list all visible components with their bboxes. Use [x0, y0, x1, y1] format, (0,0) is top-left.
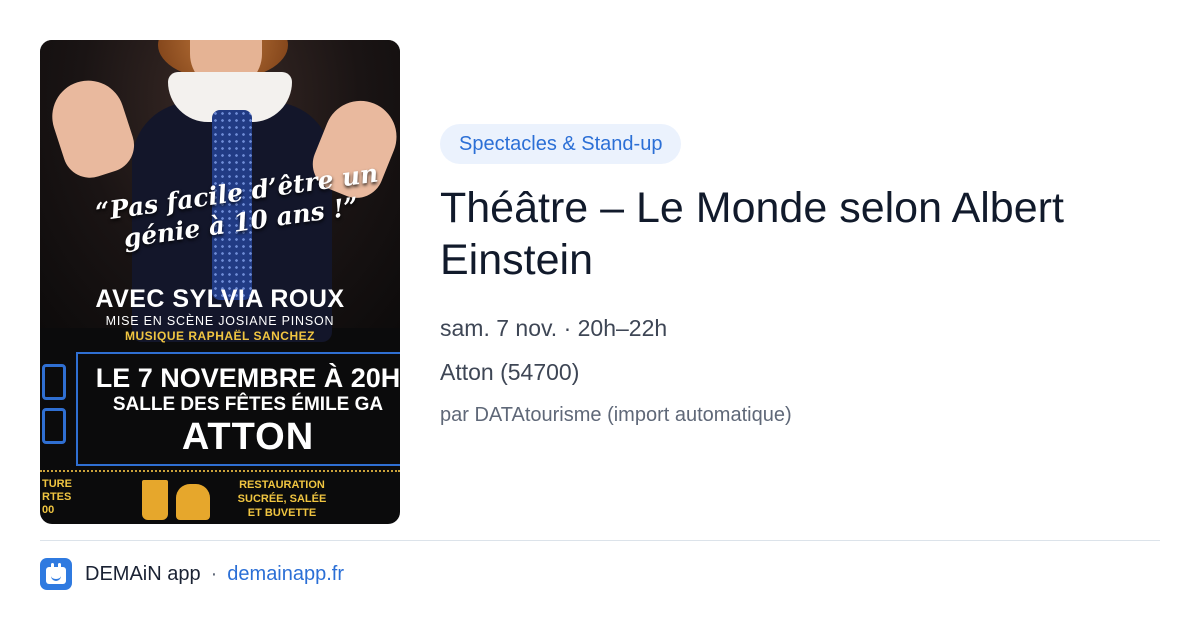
category-chip[interactable]: Spectacles & Stand-up: [440, 124, 682, 164]
event-source: par DATAtourisme (import automatique): [440, 404, 792, 426]
app-name: DEMAiN app: [85, 562, 201, 585]
poster-music: MUSIQUE RAPHAËL SANCHEZ: [125, 329, 315, 343]
event-poster-image: “Pas facile d’être un génie à 10 ans !” …: [40, 40, 400, 524]
poster-credits: AVEC SYLVIA ROUX MISE EN SCÈNE JOSIANE P…: [40, 284, 400, 343]
drink-cup-icon: [142, 480, 168, 520]
poster-date-box: LE 7 NOVEMBRE À 20H SALLE DES FÊTES ÉMIL…: [76, 352, 400, 466]
footer-divider: [40, 540, 1160, 541]
footer-separator: ·: [210, 562, 218, 585]
app-url-link[interactable]: demainapp.fr: [227, 563, 344, 586]
poster-bottom-row: TURE RTES 00 RESTAURATION SUCRÉE, SALÉE …: [40, 470, 400, 524]
poster-venue: SALLE DES FÊTES ÉMILE GA: [112, 394, 384, 415]
poster-director: MISE EN SCÈNE JOSIANE PINSON: [105, 314, 335, 328]
event-location: Atton (54700): [440, 359, 580, 385]
poster-cast: AVEC SYLVIA ROUX: [95, 285, 345, 313]
calendar-face-icon: [40, 558, 72, 590]
popcorn-icon: [176, 484, 210, 520]
poster-city: ATTON: [181, 416, 315, 458]
event-title: Théâtre – Le Monde selon Albert Einstein: [440, 184, 1064, 284]
poster-date: LE 7 NOVEMBRE À 20H: [95, 363, 400, 393]
footer: DEMAiN app · demainapp.fr: [40, 558, 344, 590]
poster-side-icons: [40, 356, 70, 456]
poster-restauration: RESTAURATION SUCRÉE, SALÉE ET BUVETTE: [237, 479, 327, 519]
poster-left-stub: TURE RTES 00: [42, 478, 72, 516]
event-date: sam. 7 nov. · 20h–22h: [440, 315, 668, 341]
